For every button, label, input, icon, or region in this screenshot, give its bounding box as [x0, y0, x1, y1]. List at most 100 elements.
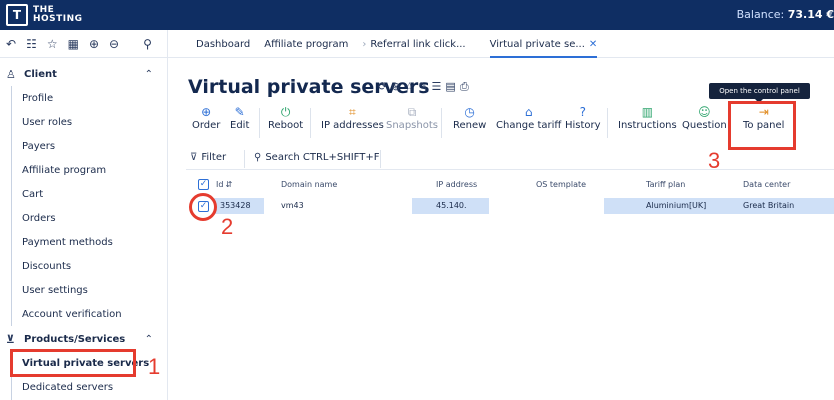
favorite-icon[interactable]: ☆ [404, 80, 418, 93]
pin-icon[interactable]: ✎ [418, 80, 431, 93]
search-separator [380, 150, 381, 168]
edit-label: Edit [230, 120, 250, 131]
people-icon: ☺ [698, 105, 711, 119]
refresh-icon[interactable]: ⟳ [378, 80, 391, 93]
instructions-button[interactable]: ▥ Instructions [618, 104, 677, 131]
question-button[interactable]: ☺ Question [682, 104, 727, 131]
reboot-label: Reboot [268, 120, 304, 131]
zoom-in-icon[interactable]: ⊕ [89, 37, 99, 51]
filter-button[interactable]: ⊽ Filter [190, 152, 226, 163]
export-icon[interactable]: ▤ [445, 80, 459, 93]
cell-id: 353428 [214, 198, 264, 214]
filter-label: Filter [201, 152, 227, 163]
sidebar-item-affiliate[interactable]: Affiliate program [22, 165, 106, 176]
sidebar-item-user-roles[interactable]: User roles [22, 117, 72, 128]
print-icon[interactable]: ⎙ [460, 80, 473, 93]
chevron-up-icon[interactable]: ⌃ [145, 69, 153, 80]
question-label: Question [682, 120, 727, 131]
balance-label: Balance: [736, 8, 785, 21]
column-id-label: Id [216, 180, 224, 189]
cell-ip: 45.140. [412, 198, 489, 214]
logo[interactable]: T THE HOSTING [6, 4, 83, 26]
change-tariff-button[interactable]: ⌂ Change tariff [496, 104, 561, 131]
sidebar-item-dedicated[interactable]: Dedicated servers [22, 382, 113, 393]
globe-icon[interactable]: ⊛ [391, 80, 404, 93]
balance-value: 73.14 € [787, 8, 834, 21]
user-icon: ♙ [6, 68, 16, 81]
sort-icon[interactable]: ⇵ [225, 180, 232, 189]
pencil-icon: ✎ [234, 105, 245, 119]
chevron-up-icon[interactable]: ⌃ [145, 334, 153, 345]
back-icon[interactable]: ↶ [6, 37, 16, 51]
star-icon[interactable]: ☆ [47, 37, 58, 51]
power-icon: ⏻ [280, 105, 291, 119]
table-row[interactable]: ✓ 353428 vm43 45.140. Aluminium[UK] Grea… [186, 198, 834, 216]
column-datacenter[interactable]: Data center [743, 180, 790, 189]
balance: Balance: 73.14 € [737, 8, 834, 21]
order-button[interactable]: ⊕ Order [192, 104, 220, 131]
column-domain[interactable]: Domain name [281, 180, 337, 189]
column-ip[interactable]: IP address [436, 180, 477, 189]
tariff-icon: ⌂ [524, 105, 533, 119]
ip-addresses-label: IP addresses [321, 120, 384, 131]
logo-text: THE HOSTING [33, 6, 83, 24]
history-button[interactable]: ? History [565, 104, 601, 131]
book-icon: ▥ [641, 105, 654, 119]
sidebar-item-account-verification[interactable]: Account verification [22, 309, 122, 320]
close-tab-icon[interactable]: ✕ [589, 39, 597, 50]
search-label: Search CTRL+SHIFT+F [265, 152, 380, 163]
renew-button[interactable]: ◷ Renew [453, 104, 486, 131]
table-header: ✓ Id ⇵ Domain name IP address OS template… [186, 176, 834, 194]
cell-domain: vm43 [281, 201, 304, 210]
top-bar: T THE HOSTING Balance: 73.14 € [0, 0, 834, 30]
zoom-out-icon[interactable]: ⊖ [109, 37, 119, 51]
snapshots-button[interactable]: ⧉ Snapshots [386, 104, 438, 131]
search-icon: ⚲ [254, 152, 262, 163]
select-all-checkbox[interactable]: ✓ [198, 179, 209, 190]
clock-icon: ◷ [464, 105, 475, 119]
sidebar-item-discounts[interactable]: Discounts [22, 261, 71, 272]
breadcrumb-dashboard[interactable]: Dashboard [196, 39, 250, 50]
column-tariff[interactable]: Tariff plan [646, 180, 685, 189]
ip-addresses-button[interactable]: ⌗ IP addresses [321, 104, 384, 131]
sidebar-tree-line [11, 86, 12, 326]
annotation-number-2: 2 [221, 214, 234, 239]
logo-line-2: HOSTING [33, 14, 83, 24]
breadcrumb-referral-label: Referral link click... [370, 38, 466, 50]
sidebar-item-profile[interactable]: Profile [22, 93, 53, 104]
calendar-icon[interactable]: ▦ [68, 37, 79, 51]
title-actions: ⟳⊛☆✎☰▤⎙ [378, 80, 473, 94]
sidebar-item-payers[interactable]: Payers [22, 141, 55, 152]
snapshots-label: Snapshots [386, 120, 438, 131]
basket-icon: ⊻ [6, 333, 15, 346]
breadcrumb-affiliate[interactable]: Affiliate program [264, 39, 348, 50]
cell-datacenter: Great Britain [743, 201, 795, 210]
plus-icon: ⊕ [201, 105, 212, 119]
sidebar-item-cart[interactable]: Cart [22, 189, 43, 200]
sidebar-item-payment-methods[interactable]: Payment methods [22, 237, 113, 248]
search-input[interactable]: ⚲ Search CTRL+SHIFT+F [254, 152, 379, 163]
order-label: Order [192, 120, 221, 131]
sidebar-group-client[interactable]: ♙ Client [6, 68, 57, 81]
reboot-button[interactable]: ⏻ Reboot [268, 104, 303, 131]
breadcrumb-referral[interactable]: › Referral link click... [362, 39, 465, 50]
search-icon[interactable]: ⚲ [143, 37, 152, 51]
cell-tariff: Aluminium[UK] [604, 198, 834, 214]
annotation-circle-2 [189, 193, 217, 221]
sidebar-group-products[interactable]: ⊻ Products/Services [6, 333, 125, 346]
column-id[interactable]: Id ⇵ [216, 180, 232, 189]
tree-icon[interactable]: ☷ [26, 37, 37, 51]
annotation-number-1: 1 [148, 354, 161, 379]
edit-button[interactable]: ✎ Edit [230, 104, 249, 131]
sidebar-item-user-settings[interactable]: User settings [22, 285, 88, 296]
notes-icon[interactable]: ☰ [432, 80, 446, 93]
breadcrumb: Dashboard Affiliate program › Referral li… [196, 30, 611, 58]
sidebar-item-orders[interactable]: Orders [22, 213, 56, 224]
column-os[interactable]: OS template [536, 180, 586, 189]
toolbar-separator [607, 108, 608, 138]
quick-tools: ↶ ☷ ☆ ▦ ⊕ ⊖ ⚲ [0, 30, 168, 58]
sidebar-group-products-label: Products/Services [24, 334, 126, 345]
toolbar-separator [310, 108, 311, 138]
breadcrumb-vps-label: Virtual private se... [489, 38, 585, 50]
breadcrumb-vps[interactable]: Virtual private se... ✕ [489, 38, 597, 58]
